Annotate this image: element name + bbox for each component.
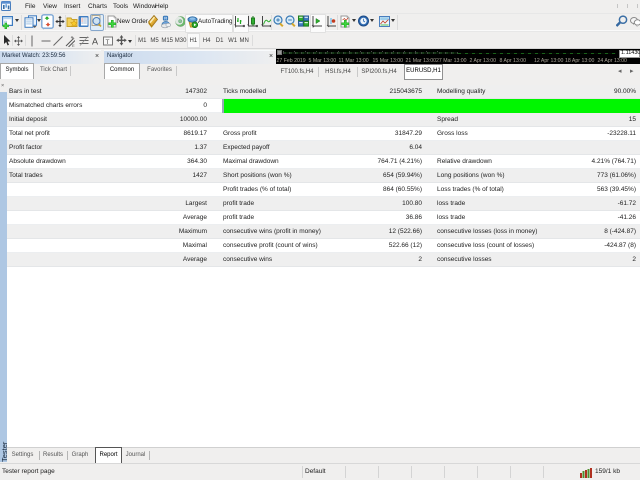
svg-text:T: T — [106, 38, 110, 45]
svg-text:R: R — [164, 16, 167, 21]
svg-text:E: E — [72, 43, 75, 47]
svg-text:A: A — [92, 36, 98, 46]
